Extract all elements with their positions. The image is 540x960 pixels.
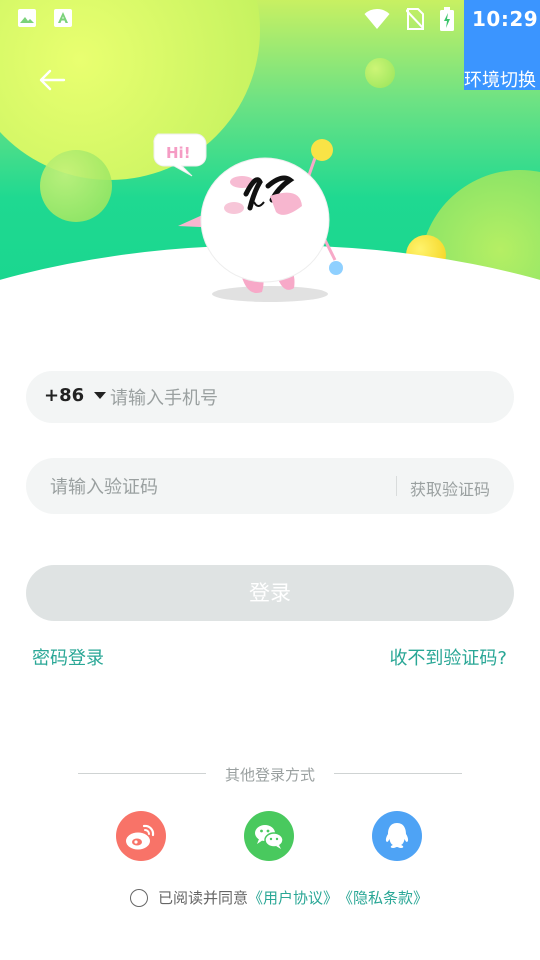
- wifi-icon: [364, 8, 390, 29]
- decor-blob: [365, 58, 395, 88]
- back-arrow-icon[interactable]: [36, 64, 68, 96]
- user-agreement-link[interactable]: 《用户协议》: [248, 887, 338, 908]
- battery-charging-icon: [440, 7, 454, 31]
- image-notification-icon: [18, 9, 36, 27]
- mascot-speech-text: Hi!: [166, 144, 191, 162]
- password-login-link[interactable]: 密码登录: [32, 644, 104, 670]
- other-login-title: 其他登录方式: [224, 766, 315, 784]
- no-sim-icon: [406, 8, 424, 30]
- privacy-policy-link[interactable]: 《隐私条款》: [338, 887, 428, 908]
- dropdown-caret-icon: [94, 392, 107, 399]
- agreement-prefix: 已阅读并同意: [158, 889, 249, 907]
- decor-blob: [40, 150, 112, 222]
- field-divider: [396, 476, 397, 496]
- get-code-button[interactable]: 获取验证码: [410, 476, 490, 500]
- status-time: 10:29: [472, 7, 539, 31]
- country-code-select[interactable]: +86: [44, 385, 107, 406]
- login-button[interactable]: 登录: [26, 565, 514, 621]
- env-switch-label: 环境切换: [464, 70, 536, 91]
- phone-input[interactable]: [108, 383, 492, 413]
- qq-login-button[interactable]: [372, 811, 422, 861]
- qq-icon: [385, 823, 409, 848]
- wechat-login-button[interactable]: [244, 811, 294, 861]
- status-bar: [0, 0, 540, 36]
- phone-field: +86: [26, 371, 514, 423]
- code-field: 获取验证码: [26, 458, 514, 514]
- agreement-row: 已阅读并同意 《用户协议》 《隐私条款》: [130, 887, 428, 908]
- verification-code-input[interactable]: [48, 472, 382, 502]
- weibo-login-button[interactable]: [116, 811, 166, 861]
- wechat-icon: [255, 825, 284, 849]
- env-switch-button[interactable]: 10:29 环境切换: [464, 0, 540, 91]
- status-icons: [364, 7, 454, 31]
- agree-checkbox[interactable]: [130, 888, 148, 907]
- country-code-value: +86: [44, 385, 85, 406]
- no-code-help-link[interactable]: 收不到验证码?: [389, 644, 507, 670]
- app-notification-icon: [54, 9, 72, 27]
- mascot-illustration: Hi!: [153, 133, 343, 302]
- weibo-icon: [126, 824, 155, 850]
